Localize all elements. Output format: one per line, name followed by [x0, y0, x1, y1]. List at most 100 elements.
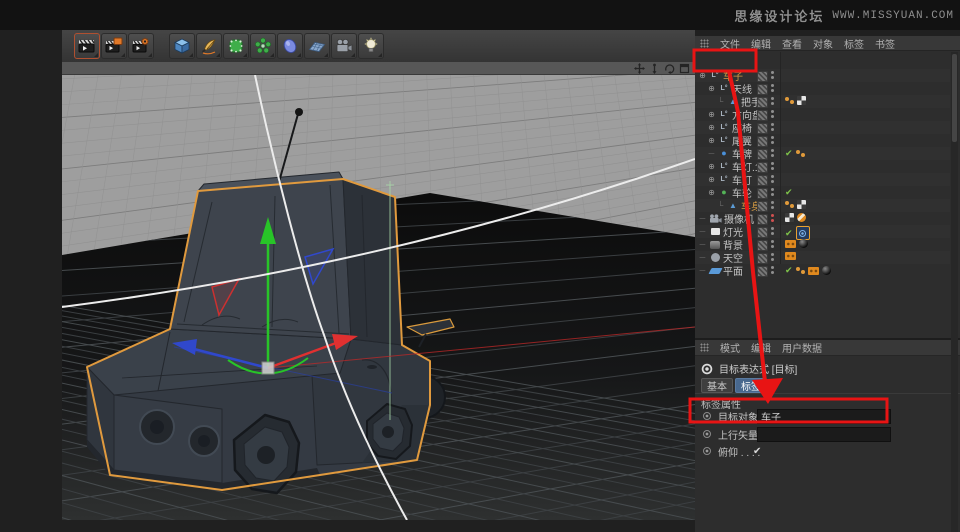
keyframe-circle-icon[interactable] — [703, 430, 711, 438]
enabled-check-icon[interactable]: ✔ — [785, 265, 793, 276]
expander-icon[interactable]: ⊕ — [707, 188, 716, 197]
visibility-dots[interactable] — [771, 175, 774, 183]
target-expression-icon — [701, 362, 713, 375]
pitch-checkbox[interactable]: ✔ — [753, 446, 761, 457]
expander-icon[interactable]: ⊕ — [707, 123, 716, 132]
expander-icon[interactable]: ⊕ — [707, 110, 716, 119]
menu-tags[interactable]: 标签 — [844, 36, 864, 51]
scrollbar-thumb[interactable] — [952, 54, 957, 142]
expander-icon[interactable]: ⊕ — [707, 84, 716, 93]
composite-tag[interactable] — [785, 213, 794, 222]
menu-edit[interactable]: 编辑 — [751, 36, 771, 51]
target-object-input[interactable] — [757, 408, 891, 424]
object-label[interactable]: 平面 — [723, 263, 743, 278]
layer-chip[interactable] — [757, 201, 768, 212]
layer-chip[interactable] — [757, 227, 768, 238]
menu-user-data[interactable]: 用户数据 — [782, 340, 822, 355]
tree-row-chelun[interactable]: ⊕ ● 车轮 ✔ — [695, 186, 950, 200]
floor-environment-button[interactable] — [304, 33, 330, 59]
subdivision-surface-button[interactable] — [223, 33, 249, 59]
panel-scrollbar[interactable] — [951, 52, 958, 532]
compositing-tag[interactable] — [807, 266, 819, 275]
visibility-dots[interactable] — [771, 136, 774, 144]
visibility-dots[interactable] — [771, 149, 774, 157]
layer-chip[interactable] — [757, 175, 768, 186]
add-cube-button[interactable] — [169, 33, 195, 59]
add-light-button[interactable] — [358, 33, 384, 59]
menu-objects[interactable]: 对象 — [813, 36, 833, 51]
3d-scene[interactable] — [62, 75, 695, 520]
visibility-dots[interactable] — [771, 162, 774, 170]
expander-icon[interactable]: ⊕ — [707, 136, 716, 145]
enabled-check-icon[interactable]: ✔ — [785, 228, 793, 239]
phong-tag[interactable] — [795, 267, 805, 274]
render-picture-viewer-button[interactable] — [101, 33, 127, 59]
visibility-dots[interactable] — [771, 84, 774, 92]
uv-tag[interactable] — [797, 200, 806, 209]
panel-grip-icon[interactable] — [700, 38, 709, 48]
enabled-check-icon[interactable]: ✔ — [785, 187, 793, 198]
visibility-dots[interactable] — [771, 201, 774, 209]
layer-chip[interactable] — [757, 240, 768, 251]
zoom-view-icon[interactable] — [649, 63, 660, 74]
menu-file[interactable]: 文件 — [720, 36, 740, 51]
up-vector-input[interactable] — [757, 426, 891, 442]
layer-chip[interactable] — [757, 110, 768, 121]
toggle-view-icon[interactable] — [679, 63, 690, 74]
layer-chip[interactable] — [757, 123, 768, 134]
tab-basic[interactable]: 基本 — [701, 378, 733, 393]
protection-tag[interactable] — [797, 213, 806, 222]
visibility-dots[interactable] — [771, 110, 774, 118]
visibility-dots[interactable] — [771, 253, 774, 261]
layer-chip[interactable] — [757, 214, 768, 225]
visibility-dots[interactable] — [771, 266, 774, 274]
layer-chip[interactable] — [757, 266, 768, 277]
tree-row-pingmian[interactable]: ─ 平面 ✔ — [695, 263, 950, 278]
layer-chip[interactable] — [757, 71, 768, 82]
tab-tag[interactable]: 标签 — [735, 378, 767, 393]
add-camera-button[interactable] — [331, 33, 357, 59]
visibility-dots[interactable] — [771, 240, 774, 248]
deformer-button[interactable] — [277, 33, 303, 59]
visibility-dots[interactable] — [771, 97, 774, 105]
menu-mode[interactable]: 模式 — [720, 340, 740, 355]
phong-tag[interactable] — [795, 150, 805, 157]
array-modeling-button[interactable] — [250, 33, 276, 59]
panel-grip-icon[interactable] — [700, 343, 709, 352]
compositing-tag[interactable] — [785, 239, 796, 248]
layer-chip[interactable] — [757, 136, 768, 147]
rotate-view-icon[interactable] — [664, 63, 675, 74]
keyframe-circle-icon[interactable] — [703, 412, 711, 420]
visibility-dots-off[interactable] — [771, 214, 774, 222]
null-object-icon: L° — [720, 163, 728, 170]
material-tag[interactable] — [821, 266, 831, 275]
menu-view[interactable]: 查看 — [782, 36, 802, 51]
viewport-title-bar[interactable] — [62, 62, 695, 75]
phong-tag[interactable] — [785, 201, 794, 208]
expander-icon[interactable]: ⊕ — [707, 162, 716, 171]
visibility-dots[interactable] — [771, 71, 774, 79]
tree-row-tianxian[interactable]: ⊕ L° 天线 — [695, 82, 950, 96]
visibility-dots[interactable] — [771, 227, 774, 235]
expander-icon[interactable]: ⊕ — [707, 175, 716, 184]
material-tag[interactable] — [799, 239, 808, 248]
phong-tag[interactable] — [785, 97, 794, 104]
visibility-dots[interactable] — [771, 188, 774, 196]
layer-chip[interactable] — [757, 162, 768, 173]
clapperboard-icon — [78, 39, 95, 53]
render-view-button[interactable] — [74, 33, 100, 59]
enabled-check-icon[interactable]: ✔ — [785, 148, 793, 159]
perspective-viewport[interactable] — [62, 62, 695, 520]
gizmo-origin[interactable] — [261, 361, 275, 375]
pan-view-icon[interactable] — [634, 62, 645, 74]
keyframe-circle-icon[interactable] — [703, 447, 711, 455]
uv-tag[interactable] — [797, 96, 806, 105]
menu-bookmarks[interactable]: 书签 — [875, 36, 895, 51]
expander-icon[interactable]: ⊕ — [698, 71, 707, 80]
compositing-tag[interactable] — [785, 252, 796, 260]
layer-chip[interactable] — [757, 253, 768, 264]
visibility-dots[interactable] — [771, 123, 774, 131]
render-settings-button[interactable] — [128, 33, 154, 59]
menu-am-edit[interactable]: 编辑 — [751, 340, 771, 355]
spline-pen-button[interactable] — [196, 33, 222, 59]
